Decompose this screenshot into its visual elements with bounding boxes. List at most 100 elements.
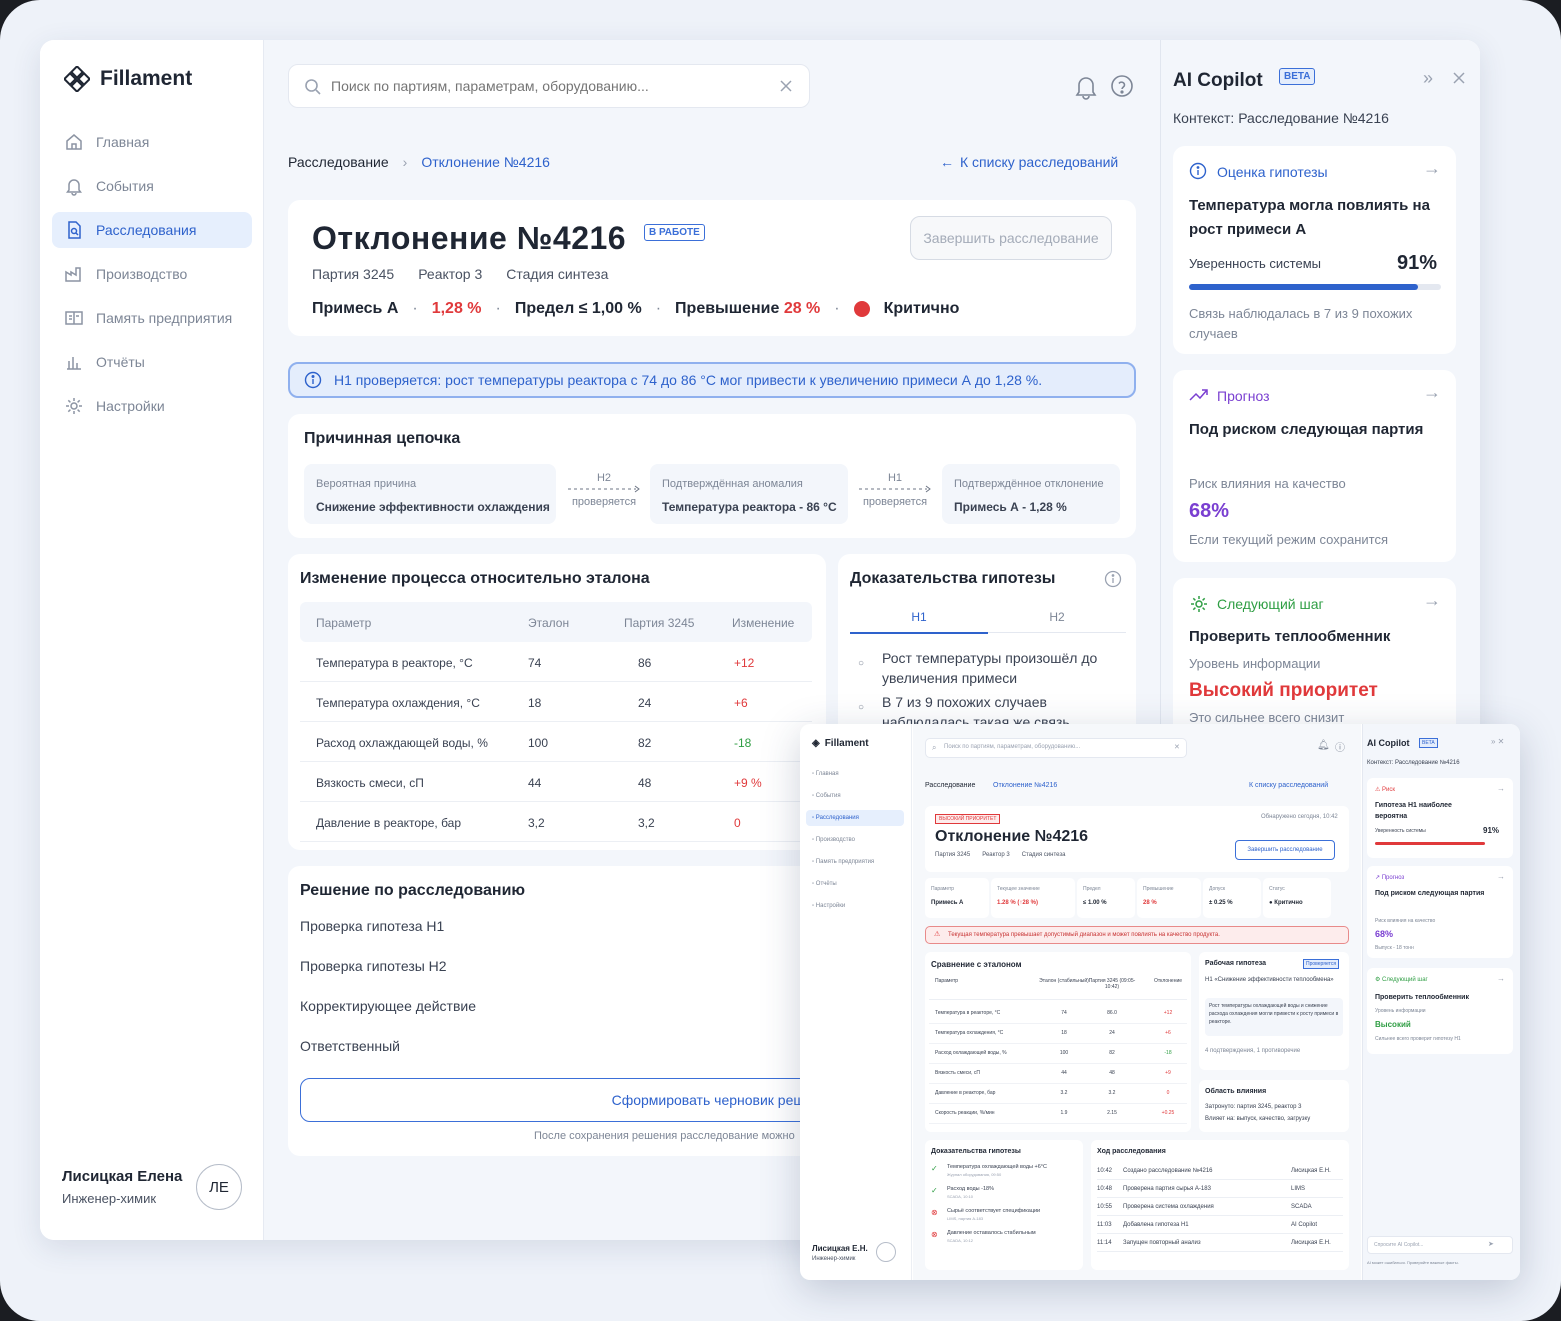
info-icon [304,371,322,389]
decision-item[interactable]: Проверка гипотеза Н1 [300,918,444,934]
arrow-right-icon[interactable]: → [1497,974,1505,983]
avatar[interactable]: ЛЕ [196,1164,242,1210]
mini-breadcrumb-root[interactable]: Расследование [925,782,975,789]
user-profile[interactable]: Лисицкая Елена Инженер-химик [62,1168,182,1206]
mini-evidence-source: SCADA, 10:12 [947,1238,974,1243]
help-icon[interactable] [1110,74,1134,98]
close-icon[interactable]: ✕ [1174,743,1180,751]
sidebar-item-reports[interactable]: Отчёты [52,344,252,380]
chain-link-h1[interactable]: Н1 проверяется [856,472,934,508]
help-icon[interactable]: ⓘ [1335,739,1345,754]
arrow-right-icon[interactable]: → [1423,158,1441,179]
send-icon[interactable]: ➤ [1488,1240,1494,1248]
table-row[interactable]: Давление в реакторе, бар 3,2 3,2 0 [300,802,812,842]
sidebar-item-home[interactable]: Главная [52,124,252,160]
mini-sidebar-item[interactable]: ▫ Главная [806,766,904,782]
mini-log-event: Запущен повторный анализ [1123,1240,1201,1246]
tab-h2[interactable]: Н2 [988,610,1126,633]
decision-item[interactable]: Проверка гипотезы Н2 [300,958,447,974]
mini-sidebar-item[interactable]: ▫ Отчёты [806,876,904,892]
close-icon[interactable] [1453,72,1465,84]
collapse-icon[interactable]: » [1423,68,1433,89]
forecast-card[interactable]: Прогноз → Под риском следующая партия Ри… [1173,370,1456,562]
collapse-icon[interactable]: » ✕ [1491,737,1504,746]
card-note: Если текущий режим сохранится [1189,532,1388,547]
mini-table-row[interactable]: Давление в реакторе, бар 3.2 3.2 0 [929,1084,1187,1104]
mini-sidebar-item[interactable]: ▫ События [806,788,904,804]
hypothesis-score-card[interactable]: Оценка гипотезы → Температура могла повл… [1173,146,1456,354]
sidebar-item-events[interactable]: События [52,168,252,204]
mini-risk-card[interactable]: ⚠ Риск → Гипотеза Н1 наиболее вероятна У… [1367,778,1513,858]
mini-avatar[interactable] [876,1242,896,1262]
arrow-right-icon[interactable]: → [1497,784,1505,793]
level-value: Высокий приоритет [1189,680,1378,701]
mini-ask-input[interactable]: Спросите AI Copilot... ➤ [1367,1236,1513,1254]
mini-sidebar-item[interactable]: ▫ Расследования [806,810,904,826]
status-badge: В РАБОТЕ [644,224,705,241]
close-icon[interactable] [779,79,793,93]
tab-h1[interactable]: Н1 [850,610,988,634]
arrow-right-icon[interactable]: → [1423,382,1441,403]
chain-link-h2[interactable]: Н2 проверяется [564,472,644,508]
bell-icon[interactable] [1074,74,1098,100]
mini-table-row[interactable]: Скорость реакции, %/мин 1.9 2.15 +0.25 [929,1104,1187,1124]
back-to-list-link[interactable]: ← К списку расследований [940,154,1118,170]
mini-log-actor: LIMS [1291,1186,1306,1192]
table-row[interactable]: Температура в реакторе, °С 74 86 +12 [300,642,812,682]
mini-sidebar-item[interactable]: ▫ Память предприятия [806,854,904,870]
home-icon [66,134,82,150]
mini-finish-button[interactable]: Завершить расследование [1235,840,1335,860]
mini-evidence-source: SCADA, 10:10 [947,1194,974,1199]
mini-brand[interactable]: ◈ Fillament [812,738,869,749]
mini-table-cell: 3.2 [1108,1090,1116,1096]
sidebar-item-memory[interactable]: Память предприятия [52,300,252,336]
card-title: Температура могла повлиять на рост приме… [1189,197,1430,238]
sidebar-item-settings[interactable]: Настройки [52,388,252,424]
search-input[interactable] [331,75,751,97]
mini-sidebar-item[interactable]: ▫ Настройки [806,898,904,914]
table-row[interactable]: Температура охлаждения, °С 18 24 +6 [300,682,812,722]
mini-alert: ⚠ Текущая температура превышает допустим… [925,926,1349,944]
column-header: Эталон [528,616,570,630]
factory-icon [65,267,81,282]
decision-item[interactable]: Корректирующее действие [300,998,476,1014]
sidebar-item-investigations[interactable]: Расследования [52,212,252,248]
mini-table-row[interactable]: Расход охлаждающей воды, % 100 82 -18 [929,1044,1187,1064]
arrow-right-icon[interactable]: → [1423,590,1441,611]
table-row[interactable]: Вязкость смеси, сП 44 48 +9 % [300,762,812,802]
arrow-right-icon[interactable]: → [1497,872,1505,881]
chain-node-value: Снижение эффективности охлаждения [316,500,550,514]
chain-node-anomaly[interactable]: Подтверждённая аномалия Температура реак… [650,464,848,524]
confidence-bar-track [1189,284,1441,290]
mini-search[interactable]: ⌕ Поиск по партиям, параметрам, оборудов… [925,738,1187,758]
finish-investigation-button[interactable]: Завершить расследование [910,216,1112,260]
sidebar-item-label: Память предприятия [96,310,233,326]
mini-level-label: Уровень информации [1375,1008,1426,1014]
mini-detected: Обнаружено сегодня, 10:42 [1261,814,1338,820]
mini-back-link[interactable]: К списку расследований [1249,782,1328,789]
table-row[interactable]: Расход охлаждающей воды, % 100 82 -18 [300,722,812,762]
beta-badge: BETA [1279,68,1316,85]
card-note: Связь наблюдалась в 7 из 9 похожих случа… [1189,306,1413,341]
mini-table-cell: 44 [1061,1070,1067,1076]
mini-forecast-card[interactable]: ↗ Прогноз → Под риском следующая партия … [1367,866,1513,958]
confidence-value: 91% [1397,252,1438,274]
mini-impact-affected: Затронуто: партия 3245, реактор 3 [1205,1104,1302,1110]
chain-node-deviation[interactable]: Подтверждённое отклонение Примесь А - 1,… [942,464,1120,524]
mini-table-row[interactable]: Вязкость смеси, сП 44 48 +9 [929,1064,1187,1084]
info-icon[interactable] [1104,570,1122,588]
breadcrumb-root[interactable]: Расследование [288,154,389,170]
mini-next-step-card[interactable]: ⚙ Следующий шаг → Проверить теплообменни… [1367,968,1513,1054]
sidebar-item-label: Главная [96,134,150,150]
mini-sidebar-item[interactable]: ▫ Производство [806,832,904,848]
hypothesis-banner: Н1 проверяется: рост температуры реактор… [288,362,1136,398]
mini-table-row[interactable]: Температура охлаждения, °С 18 24 +6 [929,1024,1187,1044]
search-bar[interactable] [288,64,810,108]
chain-node-cause[interactable]: Вероятная причина Снижение эффективности… [304,464,556,524]
mini-table-row[interactable]: Температура в реакторе, °С 74 86.0 +12 [929,1004,1187,1024]
bell-icon[interactable]: 🔔︎ [1317,740,1330,751]
brand-logo[interactable]: Fillament [64,66,192,92]
decision-item[interactable]: Ответственный [300,1038,400,1054]
sidebar-item-production[interactable]: Производство [52,256,252,292]
preview-window: ◈ Fillament ▫ Главная ▫ События ▫ Расследов… [800,724,1520,1280]
